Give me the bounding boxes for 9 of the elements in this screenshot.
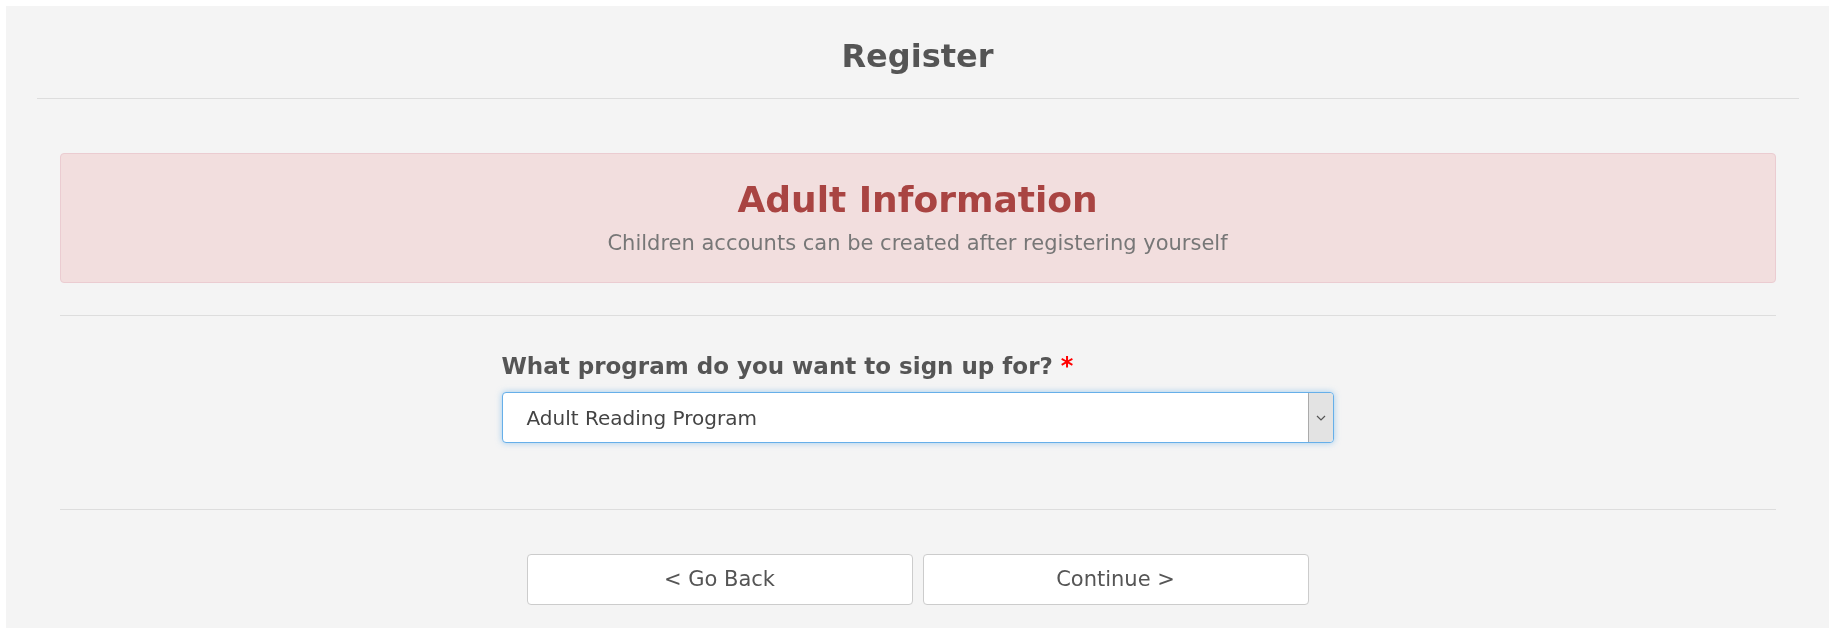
nav-button[interactable]: < Go Back	[526, 554, 913, 605]
notice-heading: Adult Information	[737, 177, 1098, 222]
field-label: What program do you want to sign up for?	[501, 351, 1053, 381]
page-title: Register	[841, 36, 994, 77]
required-mark: *	[1060, 351, 1074, 382]
program-select[interactable]: Adult Reading Program	[501, 392, 1334, 443]
notice-text: Children accounts can be created after registering yourself	[607, 229, 1228, 257]
nav-button[interactable]: Continue >	[922, 554, 1309, 605]
select-value: Adult Reading Program	[525, 404, 758, 432]
